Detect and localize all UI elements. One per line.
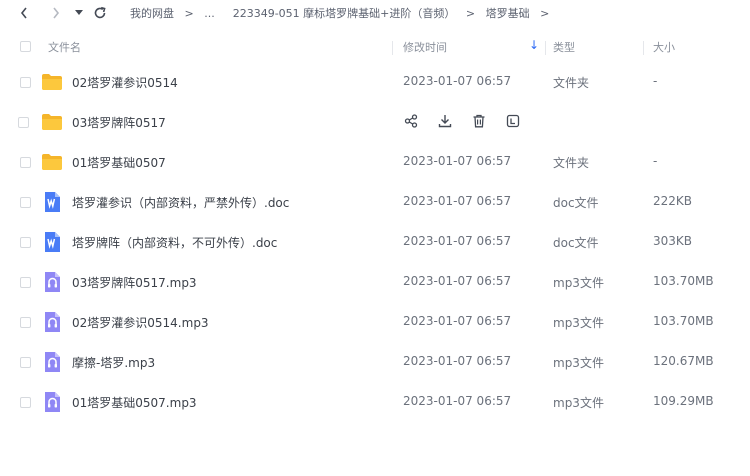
sort-desc-icon[interactable]: ↓ [529,38,539,52]
file-size: 103.70MB [653,274,714,288]
breadcrumb-item-parent-folder[interactable]: 223349-051 摩标塔罗牌基础+进阶（音频） [233,5,456,21]
file-row[interactable]: 塔罗灌参识（内部资料，严禁外传）.doc 2023-01-07 06:57 doc文… [0,182,750,222]
column-header-type[interactable]: 类型 [553,39,575,55]
file-row[interactable]: 03塔罗牌阵0517.mp3 2023-01-07 06:57 mp3文件 103.7… [0,262,750,302]
folder-row[interactable]: 03塔罗牌阵0517 [0,102,750,142]
file-row[interactable]: 01塔罗基础0507.mp3 2023-01-07 06:57 mp3文件 109.2… [0,382,750,422]
file-name[interactable]: 塔罗灌参识（内部资料，严禁外传）.doc [72,194,289,211]
modified-time: 2023-01-07 06:57 [403,314,512,328]
audio-file-icon [41,392,63,412]
modified-time: 2023-01-07 06:57 [403,394,512,408]
breadcrumb-item-ellipsis[interactable]: ... [204,7,215,20]
modified-time: 2023-01-07 06:57 [403,154,512,168]
breadcrumb-item-my-drive[interactable]: 我的网盘 [130,5,174,21]
word-doc-icon [41,232,63,252]
file-size: 222KB [653,194,693,208]
delete-icon [472,114,486,131]
file-name[interactable]: 塔罗牌阵（内部资料，不可外传）.doc [72,234,277,251]
share-button[interactable] [400,111,422,133]
modified-time: 2023-01-07 06:57 [403,274,512,288]
column-divider [643,41,644,55]
audio-file-icon [41,352,63,372]
file-type: mp3文件 [553,396,604,410]
audio-file-icon [41,312,63,332]
chevron-right-icon [53,7,60,19]
breadcrumb-separator: > [184,7,194,20]
forward-button[interactable] [46,3,66,23]
row-checkbox[interactable] [20,197,31,208]
file-type: mp3文件 [553,276,604,290]
word-doc-icon [41,192,63,212]
folder-icon [41,112,63,132]
file-row[interactable]: 塔罗牌阵（内部资料，不可外传）.doc 2023-01-07 06:57 doc文件… [0,222,750,262]
chevron-left-icon [20,7,27,19]
file-name[interactable]: 01塔罗基础0507 [72,154,166,171]
modified-time: 2023-01-07 06:57 [403,194,512,208]
file-size: - [653,74,658,88]
delete-button[interactable] [468,111,490,133]
folder-icon [41,152,63,172]
top-navigation-bar: 我的网盘 > ... 223349-051 摩标塔罗牌基础+进阶（音频） > 塔… [0,0,750,26]
refresh-button[interactable] [90,3,110,23]
modified-time: 2023-01-07 06:57 [403,74,512,88]
row-checkbox[interactable] [20,77,31,88]
file-name[interactable]: 03塔罗牌阵0517 [72,114,166,131]
file-type: doc文件 [553,236,599,250]
modified-time: 2023-01-07 06:57 [403,234,512,248]
column-divider [545,41,546,55]
file-type: 文件夹 [553,156,590,170]
caret-down-icon [75,10,83,15]
file-name[interactable]: 03塔罗牌阵0517.mp3 [72,274,197,291]
refresh-icon [94,6,106,19]
file-row[interactable]: 摩擦-塔罗.mp3 2023-01-07 06:57 mp3文件 120.67MB [0,342,750,382]
file-type: mp3文件 [553,356,604,370]
column-header-name[interactable]: 文件名 [48,39,81,55]
column-divider [392,41,393,55]
more-icon [506,114,520,131]
column-header-modified[interactable]: 修改时间 [403,39,447,55]
breadcrumb-item-current-folder[interactable]: 塔罗基础 [486,5,530,21]
download-icon [438,114,452,131]
modified-time: 2023-01-07 06:57 [403,354,512,368]
folder-icon [41,72,63,92]
row-checkbox[interactable] [20,397,31,408]
row-checkbox[interactable] [20,317,31,328]
file-size: 109.29MB [653,394,714,408]
breadcrumb: 我的网盘 > ... 223349-051 摩标塔罗牌基础+进阶（音频） > 塔… [130,5,556,21]
breadcrumb-separator: > [540,7,550,20]
breadcrumb-separator: > [465,7,476,20]
column-header-size[interactable]: 大小 [653,39,675,55]
file-name[interactable]: 摩擦-塔罗.mp3 [72,354,155,371]
row-checkbox[interactable] [20,277,31,288]
file-name[interactable]: 01塔罗基础0507.mp3 [72,394,197,411]
row-checkbox[interactable] [20,157,31,168]
row-checkbox[interactable] [20,237,31,248]
file-type: doc文件 [553,196,599,210]
row-checkbox[interactable] [18,117,29,128]
file-list-header: 文件名 修改时间 ↓ 类型 大小 [0,33,750,61]
file-row[interactable]: 02塔罗灌参识0514.mp3 2023-01-07 06:57 mp3文件 103.… [0,302,750,342]
file-name[interactable]: 02塔罗灌参识0514.mp3 [72,314,209,331]
folder-row[interactable]: 02塔罗灌参识0514 2023-01-07 06:57 文件夹 - [0,62,750,102]
more-button[interactable] [502,111,524,133]
file-size: - [653,154,658,168]
select-all-checkbox[interactable] [20,41,31,52]
file-type: 文件夹 [553,76,590,90]
history-dropdown-button[interactable] [69,3,89,23]
file-size: 120.67MB [653,354,714,368]
file-size: 103.70MB [653,314,714,328]
file-type: mp3文件 [553,316,604,330]
row-checkbox[interactable] [20,357,31,368]
download-button[interactable] [434,111,456,133]
file-name[interactable]: 02塔罗灌参识0514 [72,74,178,91]
back-button[interactable] [14,3,34,23]
folder-row[interactable]: 01塔罗基础0507 2023-01-07 06:57 文件夹 - [0,142,750,182]
share-icon [404,113,418,131]
file-size: 303KB [653,234,693,248]
audio-file-icon [41,272,63,292]
